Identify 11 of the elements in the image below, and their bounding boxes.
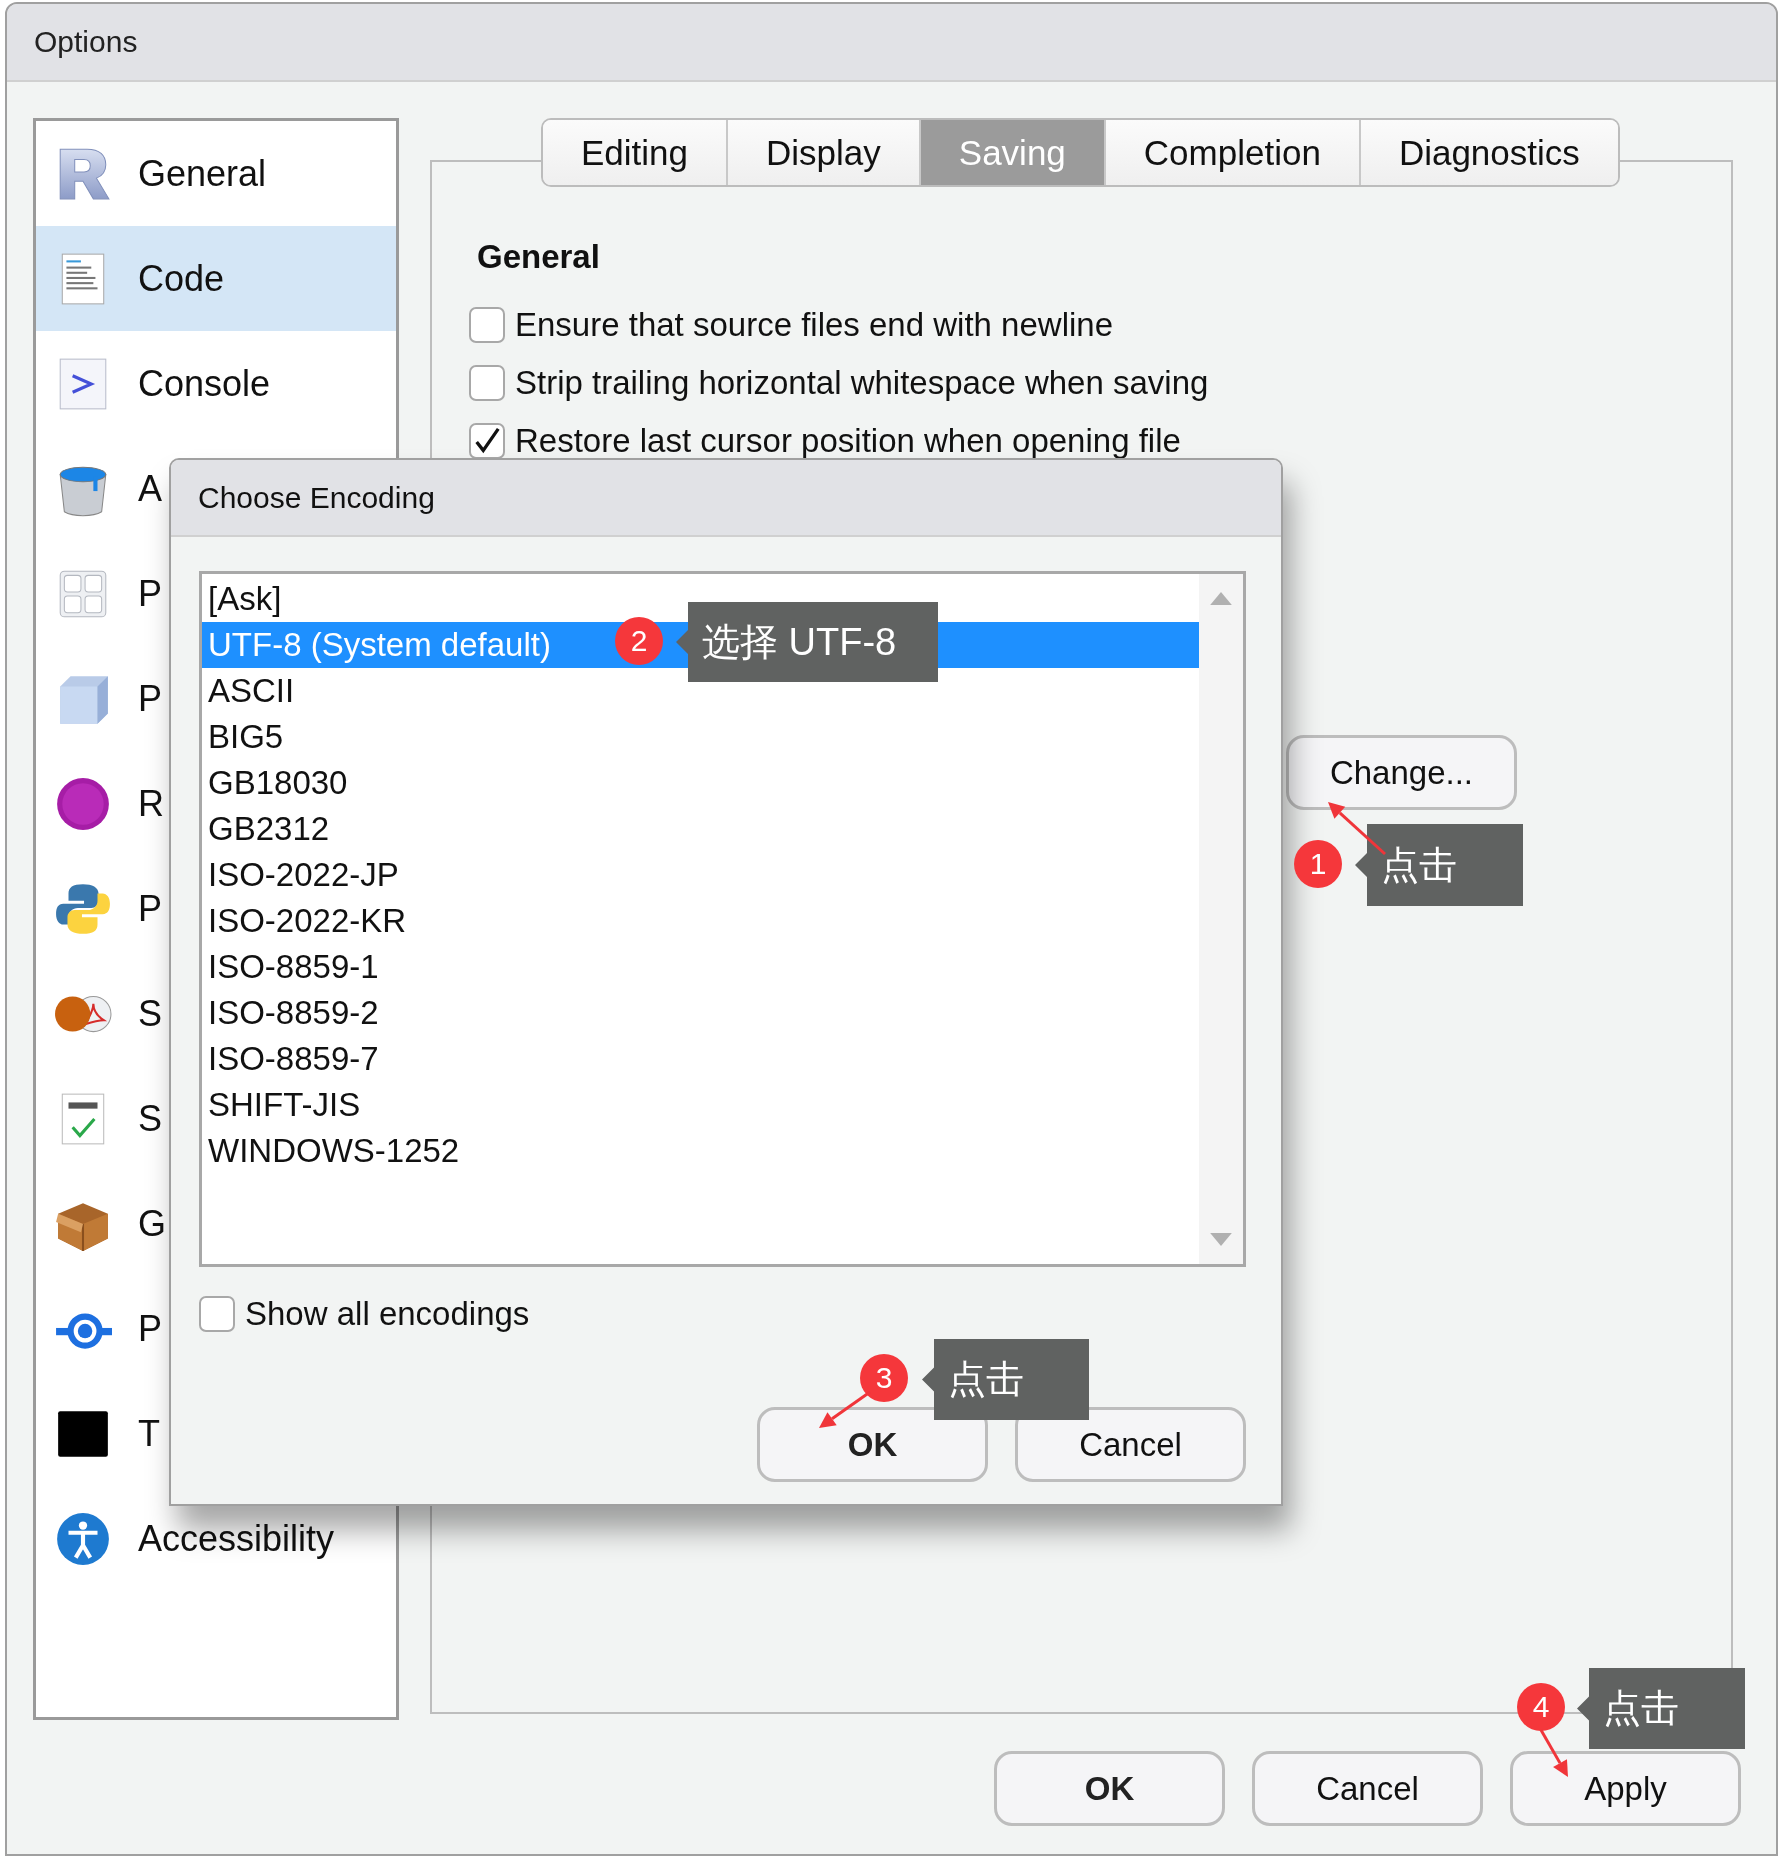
callout: 选择 UTF-8	[676, 602, 938, 682]
section-heading: General	[477, 238, 601, 276]
checkbox-label: Ensure that source files end with newline	[515, 306, 1113, 344]
window-title: Options	[34, 25, 138, 59]
checkbox-label: Restore last cursor position when opening file	[515, 422, 1181, 460]
callout: 点击	[922, 1339, 1089, 1420]
checkbox-label: Show all encodings	[245, 1295, 530, 1333]
dialog-title: Choose Encoding	[198, 480, 435, 515]
callout: 点击	[1577, 1668, 1745, 1749]
callout: 点击	[1355, 824, 1523, 906]
checkbox-label: Strip trailing horizontal whitespace when saving	[515, 364, 1209, 402]
